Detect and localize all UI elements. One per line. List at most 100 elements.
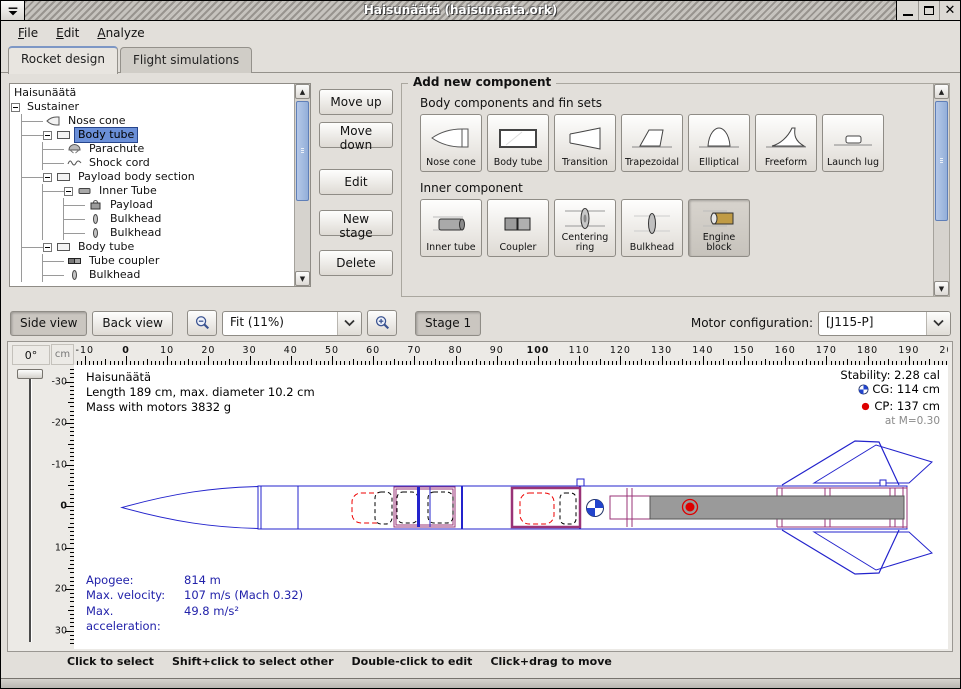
h-ruler-label: 40 <box>284 345 298 356</box>
add-bulkhead-button[interactable]: Bulkhead <box>621 199 683 257</box>
minimize-icon <box>903 14 913 16</box>
move-down-button[interactable]: Move down <box>319 122 393 148</box>
tab-bar: Rocket design Flight simulations <box>1 44 960 73</box>
h-ruler-label: 70 <box>407 345 421 356</box>
collapse-icon[interactable] <box>43 173 52 182</box>
openrocket-window: Haisunäätä (haisunaata.ork) ✕ FileEditAn… <box>0 0 961 689</box>
collapse-icon[interactable] <box>64 187 73 196</box>
add-elliptical-button[interactable]: Elliptical <box>688 114 750 172</box>
zoom-out-button[interactable] <box>187 310 217 336</box>
view-toolbar: Side view Back view Fit (11%) St <box>1 305 960 341</box>
minimize-button[interactable] <box>897 1 918 20</box>
tab-flight-simulations[interactable]: Flight simulations <box>120 47 252 73</box>
tree-item-nose-cone[interactable]: Nose cone <box>11 114 293 128</box>
tree-item-label: Haisunäätä <box>11 86 79 100</box>
innertube-icon <box>422 202 480 243</box>
close-icon: ✕ <box>945 4 956 17</box>
v-ruler-label: -20 <box>51 418 67 429</box>
tree-item-bulkhead[interactable]: Bulkhead <box>11 212 293 226</box>
rocket-view-region: 0° cm -100102030405060708090100110120130… <box>7 341 953 652</box>
components-scrollbar-thumb[interactable] <box>935 101 948 221</box>
rotation-slider-track[interactable] <box>29 378 31 642</box>
h-ruler-label: 160 <box>775 345 796 356</box>
add-trapezoidal-button[interactable]: Trapezoidal <box>621 114 683 172</box>
tree-item-payload-body-section[interactable]: Payload body section <box>11 170 293 184</box>
menu-edit[interactable]: Edit <box>47 24 88 42</box>
collapse-icon[interactable] <box>43 131 52 140</box>
launchlug-icon <box>824 117 882 158</box>
menu-analyze[interactable]: Analyze <box>88 24 153 42</box>
collapse-icon[interactable] <box>11 103 20 112</box>
add-launch-lug-button[interactable]: Launch lug <box>822 114 884 172</box>
bodytube-icon <box>56 129 71 141</box>
collapse-icon[interactable] <box>43 243 52 252</box>
new-stage-button[interactable]: New stage <box>319 210 393 236</box>
tree-item-body-tube[interactable]: Body tube <box>11 128 293 142</box>
add-inner-tube-button[interactable]: Inner tube <box>420 199 482 257</box>
tree-item-shock-cord[interactable]: Shock cord <box>11 156 293 170</box>
add-engine-block-button[interactable]: Engine block <box>688 199 750 257</box>
parachute-icon <box>67 143 82 155</box>
move-up-button[interactable]: Move up <box>319 89 393 115</box>
back-view-button[interactable]: Back view <box>92 311 173 336</box>
maximize-button[interactable] <box>918 1 939 20</box>
bodytube-icon <box>56 171 71 183</box>
centeringring-icon <box>556 202 614 233</box>
add-freeform-button[interactable]: Freeform <box>755 114 817 172</box>
nosecone-icon <box>422 117 480 158</box>
zoom-in-button[interactable] <box>367 310 397 336</box>
side-view-button[interactable]: Side view <box>10 311 87 336</box>
bodytube-icon <box>489 117 547 158</box>
title-bar[interactable]: Haisunäätä (haisunaata.ork) ✕ <box>1 1 960 21</box>
tree-item-label: Inner Tube <box>96 184 160 198</box>
tree-item-inner-tube[interactable]: Inner Tube <box>11 184 293 198</box>
window-menu-button[interactable] <box>1 1 25 20</box>
tree-scrollbar[interactable]: ▲ ▼ <box>294 84 310 286</box>
add-centering-ring-button[interactable]: Centering ring <box>554 199 616 257</box>
tree-item-haisunäätä[interactable]: Haisunäätä <box>11 86 293 100</box>
h-ruler-label: 20 <box>201 345 215 356</box>
scroll-down-icon[interactable]: ▼ <box>934 281 949 296</box>
component-tree[interactable]: HaisunäätäSustainerNose coneBody tubePar… <box>9 83 311 287</box>
v-ruler-label: -10 <box>51 459 67 470</box>
tree-item-sustainer[interactable]: Sustainer <box>11 100 293 114</box>
tree-item-parachute[interactable]: Parachute <box>11 142 293 156</box>
rotation-slider-handle[interactable] <box>17 369 43 379</box>
zoom-select[interactable]: Fit (11%) <box>222 311 362 336</box>
component-button-label: Transition <box>562 158 608 169</box>
status-hint: Shift+click to select other <box>172 655 334 668</box>
tree-item-body-tube[interactable]: Body tube <box>11 240 293 254</box>
close-button[interactable]: ✕ <box>939 1 960 20</box>
tree-item-label: Bulkhead <box>107 212 164 226</box>
tree-item-bulkhead[interactable]: Bulkhead <box>11 226 293 240</box>
component-button-label: Launch lug <box>827 158 879 169</box>
tree-scrollbar-thumb[interactable] <box>296 101 309 201</box>
payload-icon <box>88 199 103 211</box>
rocket-canvas[interactable]: Haisunäätä Length 189 cm, max. diameter … <box>74 365 948 649</box>
tree-item-tube-coupler[interactable]: Tube coupler <box>11 254 293 268</box>
h-ruler-label: 110 <box>569 345 590 356</box>
h-ruler-label: 130 <box>651 345 672 356</box>
window-title: Haisunäätä (haisunaata.ork) <box>25 3 896 17</box>
add-transition-button[interactable]: Transition <box>554 114 616 172</box>
scroll-down-icon[interactable]: ▼ <box>295 271 310 286</box>
trapezoidal-icon <box>623 117 681 158</box>
add-body-tube-button[interactable]: Body tube <box>487 114 549 172</box>
menu-file[interactable]: File <box>9 24 47 42</box>
h-ruler-label: 150 <box>733 345 754 356</box>
motor-configuration-select[interactable]: [J115-P] <box>818 311 951 336</box>
add-nose-cone-button[interactable]: Nose cone <box>420 114 482 172</box>
stage-1-toggle[interactable]: Stage 1 <box>415 311 481 336</box>
component-button-label: Elliptical <box>699 158 739 169</box>
delete-button[interactable]: Delete <box>319 250 393 276</box>
v-ruler-label: 10 <box>55 542 67 553</box>
scroll-up-icon[interactable]: ▲ <box>295 84 310 99</box>
h-ruler-label: 60 <box>366 345 380 356</box>
scroll-up-icon[interactable]: ▲ <box>934 84 949 99</box>
tree-item-payload[interactable]: Payload <box>11 198 293 212</box>
components-scrollbar[interactable]: ▲ ▼ <box>933 84 949 296</box>
edit-button[interactable]: Edit <box>319 169 393 195</box>
add-coupler-button[interactable]: Coupler <box>487 199 549 257</box>
tab-rocket-design[interactable]: Rocket design <box>8 46 118 74</box>
tree-item-bulkhead[interactable]: Bulkhead <box>11 268 293 282</box>
